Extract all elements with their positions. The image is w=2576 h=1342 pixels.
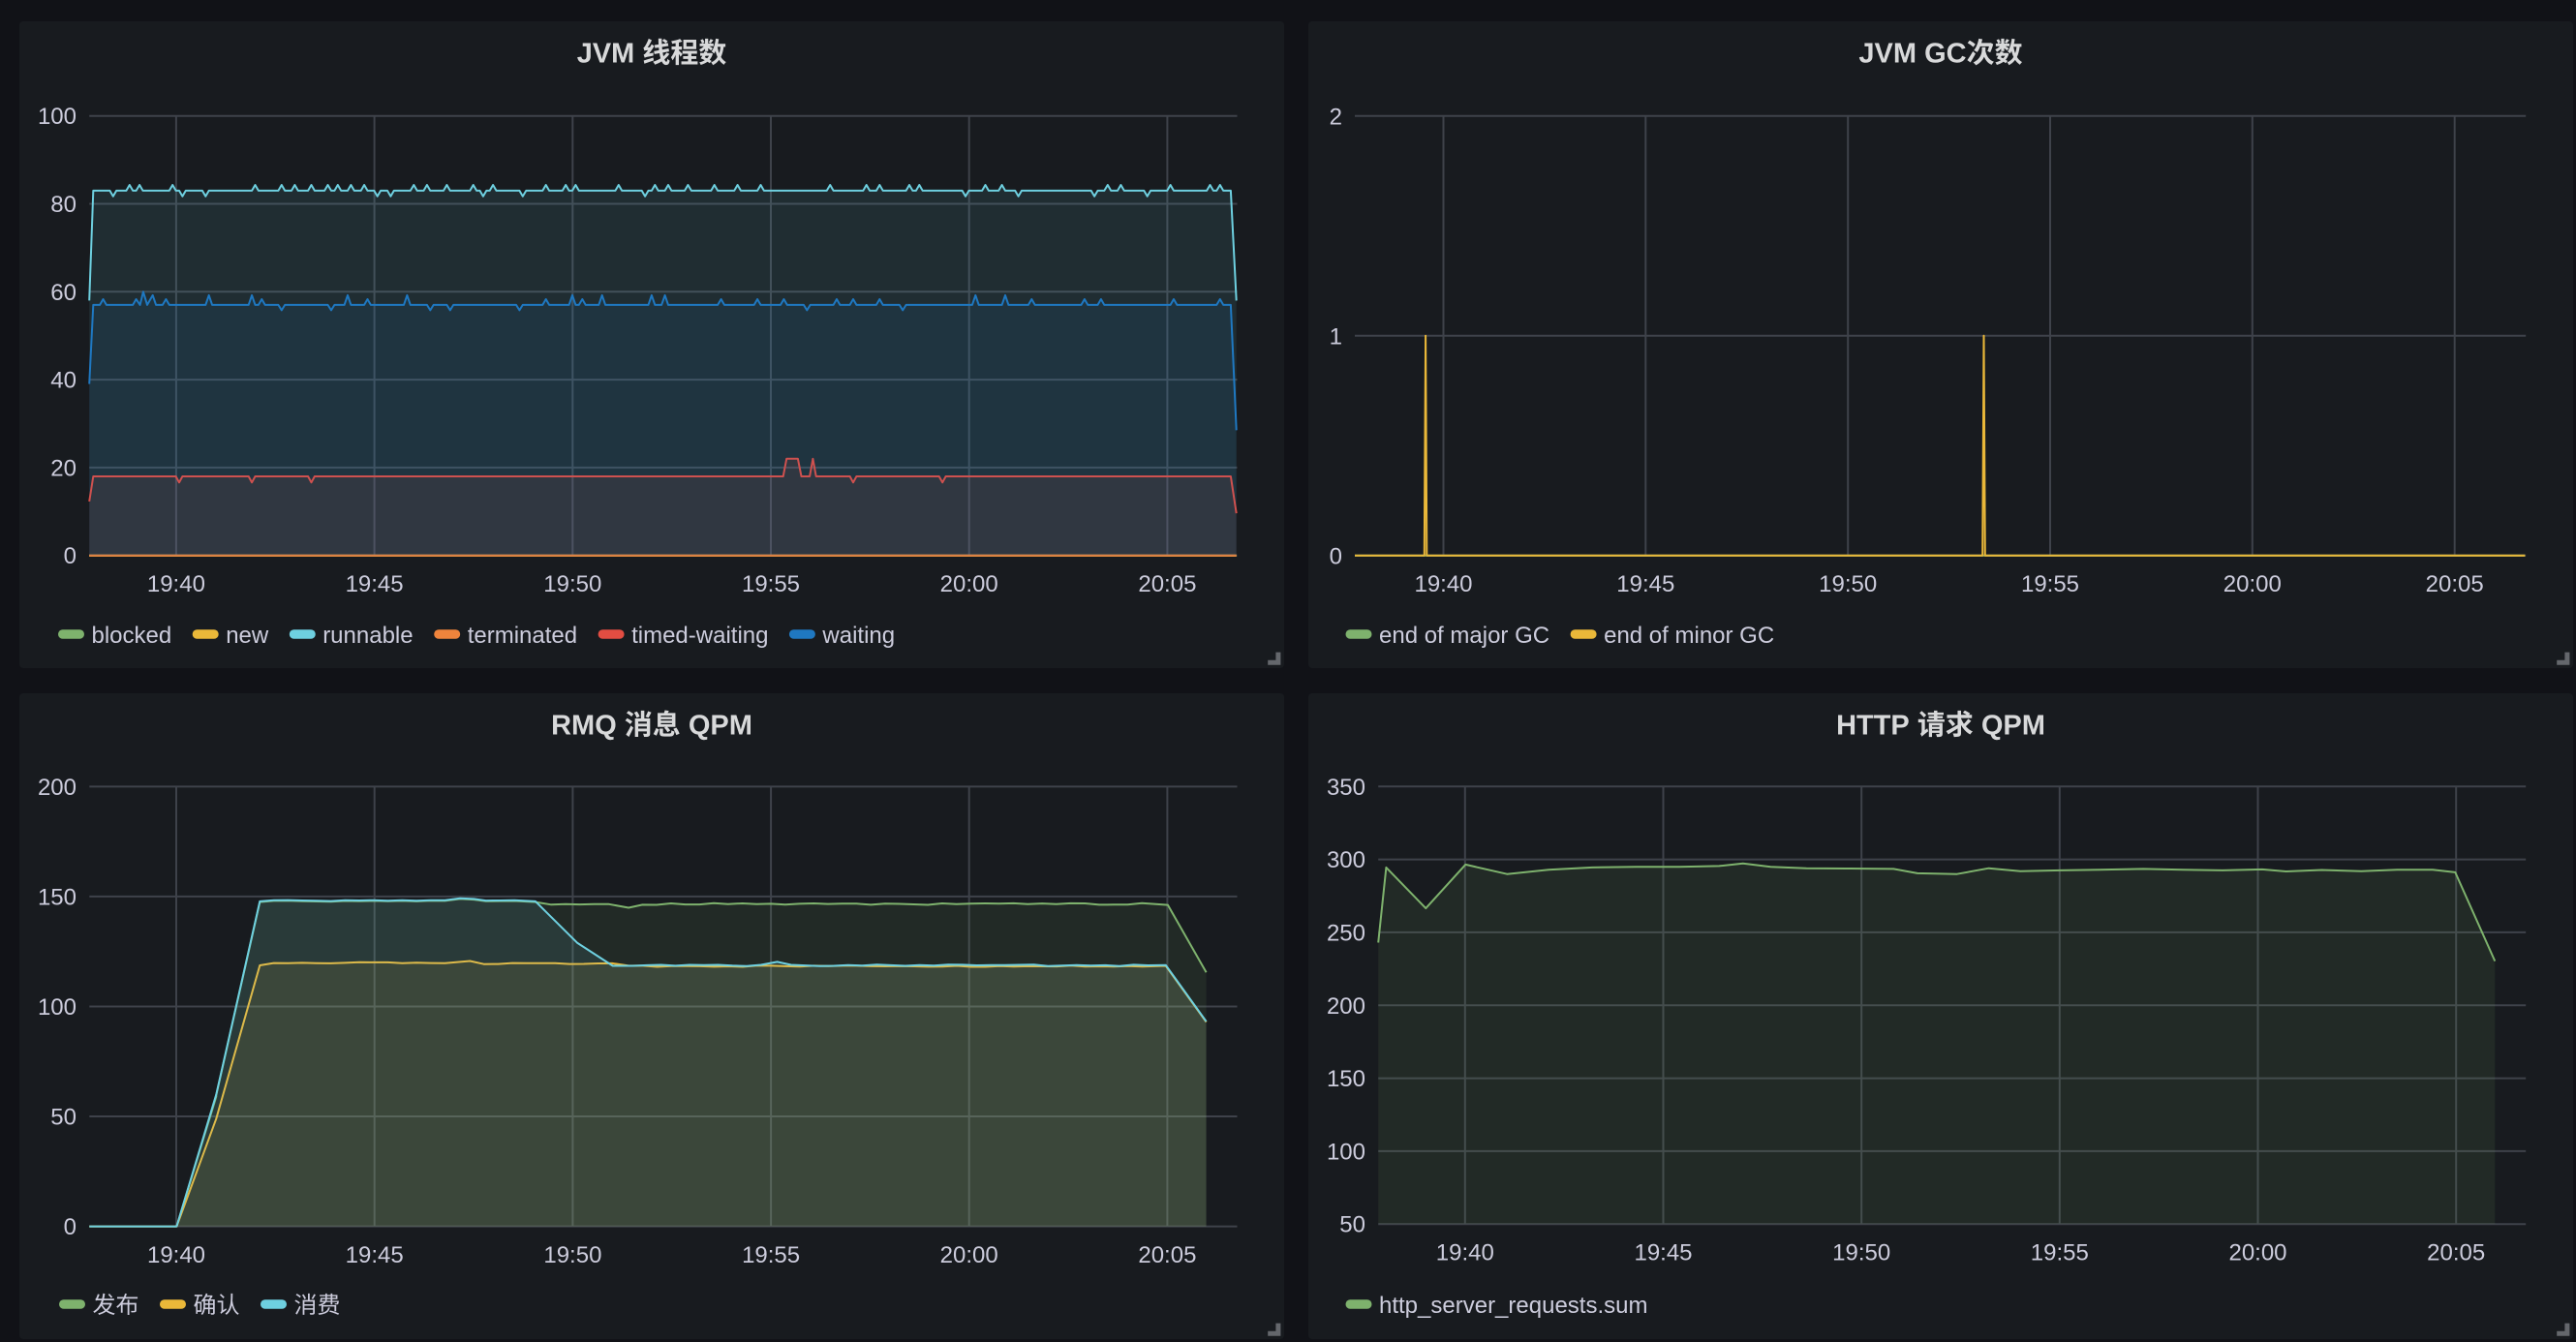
svg-text:1: 1 — [1330, 323, 1342, 350]
svg-text:250: 250 — [1327, 920, 1365, 946]
svg-text:60: 60 — [50, 280, 77, 306]
svg-text:waiting: waiting — [821, 623, 895, 649]
svg-text:80: 80 — [50, 192, 77, 218]
svg-text:19:45: 19:45 — [346, 1242, 404, 1268]
svg-text:40: 40 — [50, 368, 77, 394]
svg-text:19:55: 19:55 — [742, 571, 800, 597]
svg-text:20:05: 20:05 — [1138, 1242, 1196, 1268]
svg-text:new: new — [226, 623, 269, 649]
svg-text:19:50: 19:50 — [543, 571, 601, 597]
svg-text:19:40: 19:40 — [1436, 1240, 1494, 1266]
svg-text:20:00: 20:00 — [2223, 571, 2282, 597]
svg-text:19:45: 19:45 — [1616, 571, 1674, 597]
svg-text:50: 50 — [50, 1105, 77, 1131]
svg-text:19:55: 19:55 — [2031, 1240, 2089, 1266]
svg-text:end of major GC: end of major GC — [1379, 623, 1549, 649]
svg-text:150: 150 — [1327, 1066, 1365, 1092]
svg-text:19:55: 19:55 — [2021, 571, 2079, 597]
svg-text:end of minor GC: end of minor GC — [1604, 623, 1774, 649]
svg-text:100: 100 — [38, 994, 77, 1021]
svg-text:19:45: 19:45 — [346, 571, 404, 597]
svg-text:20:00: 20:00 — [940, 571, 998, 597]
svg-text:2: 2 — [1330, 104, 1342, 130]
svg-text:150: 150 — [38, 884, 77, 910]
svg-text:20:00: 20:00 — [940, 1242, 998, 1268]
svg-text:100: 100 — [1327, 1139, 1365, 1165]
svg-text:20:00: 20:00 — [2228, 1240, 2286, 1266]
svg-text:20:05: 20:05 — [2426, 571, 2484, 597]
svg-text:19:40: 19:40 — [1414, 571, 1472, 597]
svg-text:50: 50 — [1339, 1212, 1365, 1238]
svg-text:0: 0 — [64, 543, 77, 569]
svg-text:0: 0 — [64, 1214, 77, 1240]
svg-text:19:40: 19:40 — [147, 571, 205, 597]
svg-text:timed-waiting: timed-waiting — [631, 623, 768, 649]
svg-text:200: 200 — [1327, 993, 1365, 1020]
svg-text:200: 200 — [38, 775, 77, 801]
svg-text:20:05: 20:05 — [1138, 571, 1196, 597]
svg-text:19:45: 19:45 — [1634, 1240, 1692, 1266]
svg-text:20: 20 — [50, 455, 77, 481]
svg-text:terminated: terminated — [468, 623, 577, 649]
svg-text:0: 0 — [1330, 543, 1342, 569]
svg-text:blocked: blocked — [92, 623, 172, 649]
svg-text:19:50: 19:50 — [1819, 571, 1877, 597]
svg-text:19:55: 19:55 — [742, 1242, 800, 1268]
svg-text:http_server_requests.sum: http_server_requests.sum — [1379, 1293, 1647, 1319]
svg-text:20:05: 20:05 — [2427, 1240, 2485, 1266]
svg-text:350: 350 — [1327, 775, 1365, 801]
svg-text:19:40: 19:40 — [147, 1242, 205, 1268]
svg-text:300: 300 — [1327, 847, 1365, 873]
svg-text:100: 100 — [38, 104, 77, 130]
svg-text:19:50: 19:50 — [543, 1242, 601, 1268]
svg-text:runnable: runnable — [322, 623, 413, 649]
svg-text:19:50: 19:50 — [1832, 1240, 1890, 1266]
